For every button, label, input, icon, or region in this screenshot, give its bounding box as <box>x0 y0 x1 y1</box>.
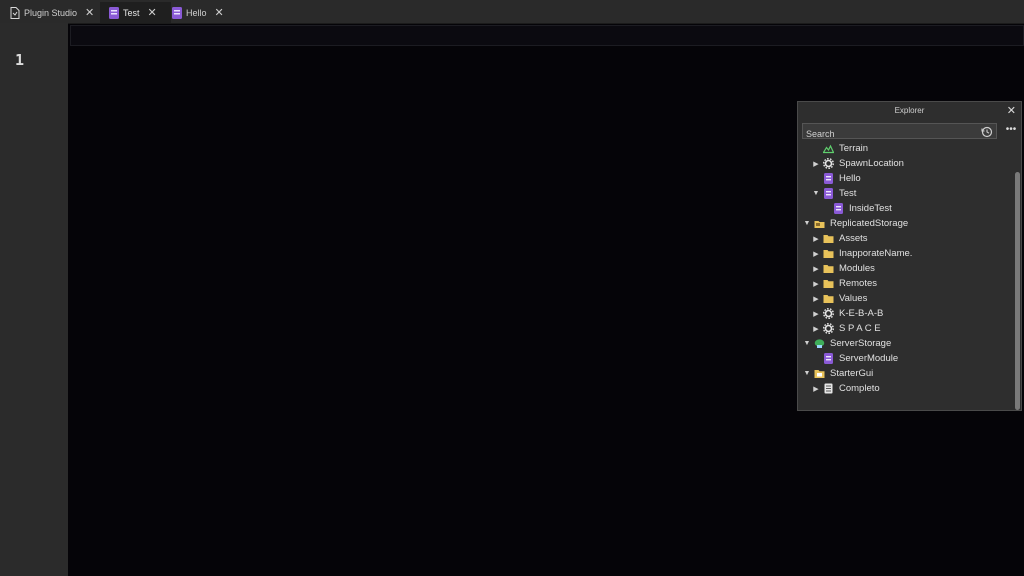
spawn-gear-icon <box>822 157 835 170</box>
expand-arrow-icon[interactable]: ▶ <box>812 265 820 273</box>
more-options-icon[interactable]: ••• <box>1004 123 1018 139</box>
collapse-arrow-icon[interactable]: ▼ <box>812 190 820 197</box>
tree-item[interactable]: ServerModule <box>812 351 898 366</box>
tree-item[interactable]: ▶ Values <box>812 291 867 306</box>
tree-item-label: ServerStorage <box>830 338 892 349</box>
expand-arrow-icon[interactable]: ▶ <box>812 325 820 333</box>
close-icon[interactable]: ✕ <box>148 6 157 19</box>
tree-item-label: Assets <box>839 233 868 244</box>
expand-arrow-icon[interactable]: ▶ <box>812 160 820 168</box>
folder-icon <box>823 278 834 289</box>
tree-item-label: Values <box>839 293 868 304</box>
folder-icon <box>823 248 834 259</box>
tree-item[interactable]: Hello <box>812 171 861 186</box>
close-icon[interactable]: ✕ <box>1007 104 1016 117</box>
terrain-icon <box>822 143 835 154</box>
tree-item-label: Remotes <box>839 278 878 289</box>
replicated-storage-icon <box>814 218 825 229</box>
tree-item[interactable]: Terrain <box>812 141 868 156</box>
folder-icon <box>823 233 834 244</box>
document-icon <box>10 6 20 19</box>
expand-arrow-icon[interactable]: ▶ <box>812 250 820 258</box>
explorer-panel: Explorer ✕ ••• Terrain ▶ SpawnLocation Hell… <box>797 101 1022 411</box>
tree-item[interactable]: ▼ StarterGui <box>803 366 874 381</box>
tree-item-label: Terrain <box>839 143 869 154</box>
tab-label: Hello <box>186 7 207 18</box>
search-input[interactable] <box>803 127 979 141</box>
search-box <box>802 123 997 141</box>
tree-item[interactable]: ▶ Remotes <box>812 276 877 291</box>
gear-icon <box>822 322 835 335</box>
collapse-arrow-icon[interactable]: ▼ <box>803 340 811 347</box>
tree-item-label: SpawnLocation <box>839 158 904 169</box>
expand-arrow-icon[interactable]: ▶ <box>812 235 820 243</box>
tab-hello[interactable]: Hello ✕ <box>164 2 236 23</box>
gear-icon <box>822 307 835 320</box>
tree-item-label: Hello <box>839 173 861 184</box>
script-icon <box>823 188 834 199</box>
tab-label: Test <box>123 7 140 18</box>
tree-item-label: Test <box>839 188 857 199</box>
tab-bar: Plugin Studio ✕ Test ✕ Hello ✕ <box>0 0 1024 24</box>
scrollbar[interactable] <box>1015 172 1020 410</box>
tree-item-label: InsideTest <box>849 203 892 214</box>
close-icon[interactable]: ✕ <box>215 6 224 19</box>
tree-item[interactable]: ▼ Test <box>812 186 856 201</box>
history-icon[interactable] <box>981 125 993 138</box>
folder-icon <box>823 293 834 304</box>
tree-item-label: Completo <box>839 383 880 394</box>
folder-icon <box>823 263 834 274</box>
starter-gui-icon <box>814 368 825 379</box>
tree-item-label: ReplicatedStorage <box>830 218 909 229</box>
tree-item-label: InapporateName. <box>839 248 913 259</box>
tree-item[interactable]: ▼ ReplicatedStorage <box>803 216 909 231</box>
collapse-arrow-icon[interactable]: ▼ <box>803 220 811 227</box>
current-line-highlight[interactable] <box>70 25 1024 46</box>
server-storage-icon <box>814 338 825 349</box>
tree-item[interactable]: ▶ Modules <box>812 261 875 276</box>
expand-arrow-icon[interactable]: ▶ <box>812 295 820 303</box>
tree-item[interactable]: ▶ K-E-B-A-B <box>812 306 883 321</box>
script-icon <box>823 353 834 364</box>
tree-item[interactable]: ▶ S P A C E <box>812 321 881 336</box>
collapse-arrow-icon[interactable]: ▼ <box>803 370 811 377</box>
tab-label: Plugin Studio <box>24 7 78 18</box>
tab-plugin-studio[interactable]: Plugin Studio ✕ <box>6 2 100 23</box>
tree-item-label: S P A C E <box>839 323 881 334</box>
tree-item[interactable]: ▼ ServerStorage <box>803 336 892 351</box>
explorer-title: Explorer <box>894 106 925 115</box>
expand-arrow-icon[interactable]: ▶ <box>812 310 820 318</box>
script-icon <box>823 173 834 184</box>
expand-arrow-icon[interactable]: ▶ <box>812 385 820 393</box>
script-icon <box>172 6 182 19</box>
tab-test[interactable]: Test ✕ <box>100 2 171 23</box>
line-number: 1 <box>15 51 25 69</box>
document-icon <box>823 383 834 394</box>
script-icon <box>109 6 119 19</box>
tree-item[interactable]: ▶ SpawnLocation <box>812 156 904 171</box>
script-icon <box>833 203 844 214</box>
tree-item-label: StarterGui <box>830 368 874 379</box>
tree-item[interactable]: ▶ InapporateName. <box>812 246 912 261</box>
tree-item-label: K-E-B-A-B <box>839 308 884 319</box>
expand-arrow-icon[interactable]: ▶ <box>812 280 820 288</box>
tree-item[interactable]: ▶ Completo <box>812 381 880 396</box>
line-number-gutter: 1 <box>0 23 68 576</box>
close-icon[interactable]: ✕ <box>85 6 94 19</box>
tree-item-label: Modules <box>839 263 875 274</box>
tree-item[interactable]: ▶ Assets <box>812 231 868 246</box>
tree-item[interactable]: InsideTest <box>822 201 892 216</box>
tree-item-label: ServerModule <box>839 353 899 364</box>
